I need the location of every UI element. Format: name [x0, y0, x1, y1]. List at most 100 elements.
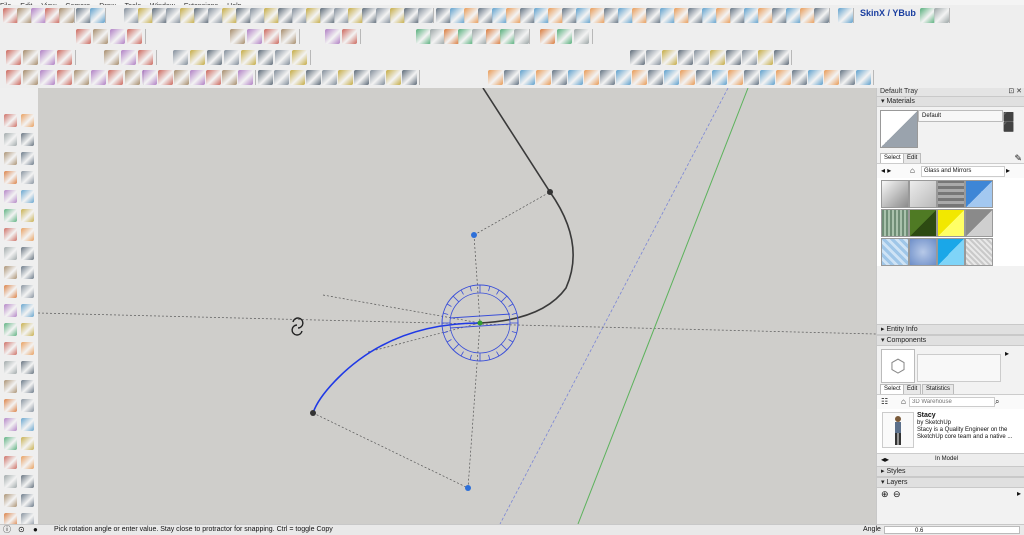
toolbar-tool-icon[interactable] — [450, 8, 465, 23]
entity-info-section-header[interactable]: ▸ Entity Info — [877, 324, 1024, 335]
toolbar-tool-icon[interactable] — [138, 50, 153, 65]
toolbar-tool-icon[interactable] — [306, 8, 321, 23]
toolbar-tool-icon[interactable] — [224, 50, 239, 65]
remove-layer-icon[interactable]: ⊖ — [893, 489, 901, 500]
left-tool-icon[interactable] — [21, 285, 34, 298]
toolbar-tool-icon[interactable] — [744, 8, 759, 23]
toolbar-tool-icon[interactable] — [348, 8, 363, 23]
toolbar-tool-icon[interactable] — [520, 8, 535, 23]
material-swatch[interactable] — [881, 180, 909, 208]
materials-section-header[interactable]: ▾ Materials — [877, 96, 1024, 107]
material-swatch[interactable] — [965, 209, 993, 237]
scene-svg[interactable] — [38, 88, 876, 524]
toolbar-tool-icon[interactable] — [108, 70, 123, 85]
toolbar-tool-icon[interactable] — [104, 50, 119, 65]
material-name-field[interactable]: Default — [918, 110, 1003, 122]
toolbar-tool-icon[interactable] — [247, 29, 262, 44]
left-tool-icon[interactable] — [21, 494, 34, 507]
material-swatch[interactable] — [881, 209, 909, 237]
left-tool-icon[interactable] — [21, 152, 34, 165]
toolbar-tool-icon[interactable] — [568, 70, 583, 85]
toolbar-tool-icon[interactable] — [138, 8, 153, 23]
add-layer-icon[interactable]: ⊕ — [881, 489, 889, 500]
toolbar-tool-icon[interactable] — [91, 70, 106, 85]
styles-section-header[interactable]: ▸ Styles — [877, 466, 1024, 477]
left-tool-icon[interactable] — [4, 247, 17, 260]
left-tool-icon[interactable] — [21, 209, 34, 222]
toolbar-tool-icon[interactable] — [190, 50, 205, 65]
toolbar-tool-icon[interactable] — [166, 8, 181, 23]
measurement-value-box[interactable]: 0.6 — [884, 526, 1020, 534]
toolbar-tool-icon[interactable] — [306, 70, 321, 85]
curve-endpoint-top[interactable] — [547, 189, 553, 195]
toolbar-tool-icon[interactable] — [325, 29, 340, 44]
layers-section-header[interactable]: ▾ Layers — [877, 477, 1024, 488]
toolbar-tool-icon[interactable] — [194, 8, 209, 23]
toolbar-tool-icon[interactable] — [404, 8, 419, 23]
left-tool-icon[interactable] — [21, 304, 34, 317]
toolbar-tool-icon[interactable] — [208, 8, 223, 23]
left-tool-icon[interactable] — [21, 418, 34, 431]
components-search-input[interactable] — [909, 397, 995, 407]
toolbar-tool-icon[interactable] — [694, 50, 709, 65]
control-point-upper[interactable] — [471, 232, 477, 238]
toolbar-tool-icon[interactable] — [370, 70, 385, 85]
toolbar-tool-icon[interactable] — [632, 70, 647, 85]
toolbar-tool-icon[interactable] — [488, 70, 503, 85]
toolbar-tool-icon[interactable] — [57, 70, 72, 85]
left-tool-icon[interactable] — [4, 361, 17, 374]
left-tool-icon[interactable] — [4, 171, 17, 184]
drawing-viewport[interactable] — [38, 88, 876, 524]
toolbar-tool-icon[interactable] — [662, 50, 677, 65]
toolbar-tool-icon[interactable] — [680, 70, 695, 85]
component-details-icon[interactable]: ▸ — [1005, 349, 1009, 358]
toolbar-tool-icon[interactable] — [772, 8, 787, 23]
toolbar-tool-icon[interactable] — [292, 8, 307, 23]
toolbar-tool-icon[interactable] — [222, 70, 237, 85]
left-tool-icon[interactable] — [4, 133, 17, 146]
toolbar-tool-icon[interactable] — [536, 70, 551, 85]
toolbar-tool-icon[interactable] — [800, 8, 815, 23]
toolbar-tool-icon[interactable] — [808, 70, 823, 85]
material-swatch[interactable] — [937, 238, 965, 266]
toolbar-tool-icon[interactable] — [124, 8, 139, 23]
toolbar-tool-icon[interactable] — [776, 70, 791, 85]
toolbar-tool-icon[interactable] — [258, 50, 273, 65]
toolbar-tool-icon[interactable] — [514, 29, 529, 44]
toolbar-tool-icon[interactable] — [716, 8, 731, 23]
toolbar-tool-icon[interactable] — [207, 50, 222, 65]
toolbar-tool-icon[interactable] — [660, 8, 675, 23]
toolbar-tool-icon[interactable] — [362, 8, 377, 23]
toolbar-tool-icon[interactable] — [59, 8, 74, 23]
toolbar-tool-icon[interactable] — [322, 70, 337, 85]
left-tool-icon[interactable] — [21, 323, 34, 336]
toolbar-tool-icon[interactable] — [920, 8, 935, 23]
toolbar-tool-icon[interactable] — [664, 70, 679, 85]
toolbar-tool-icon[interactable] — [31, 8, 46, 23]
toolbar-tool-icon[interactable] — [562, 8, 577, 23]
toolbar-tool-icon[interactable] — [386, 70, 401, 85]
toolbar-tool-icon[interactable] — [472, 29, 487, 44]
left-tool-icon[interactable] — [21, 361, 34, 374]
tab-materials-select[interactable]: Select — [880, 153, 905, 163]
material-swatch[interactable] — [937, 209, 965, 237]
library-select[interactable]: Glass and Mirrors — [921, 166, 1005, 177]
toolbar-tool-icon[interactable] — [74, 70, 89, 85]
toolbar-tool-icon[interactable] — [758, 50, 773, 65]
toolbar-tool-icon[interactable] — [238, 70, 253, 85]
toolbar-tool-icon[interactable] — [786, 8, 801, 23]
left-tool-icon[interactable] — [21, 399, 34, 412]
toolbar-tool-icon[interactable] — [241, 50, 256, 65]
toolbar-tool-icon[interactable] — [258, 70, 273, 85]
rotation-center-point[interactable] — [477, 320, 483, 326]
toolbar-tool-icon[interactable] — [436, 8, 451, 23]
material-swatch[interactable] — [965, 180, 993, 208]
toolbar-tool-icon[interactable] — [23, 50, 38, 65]
left-tool-icon[interactable] — [4, 152, 17, 165]
toolbar-tool-icon[interactable] — [190, 70, 205, 85]
toolbar-tool-icon[interactable] — [152, 8, 167, 23]
toolbar-tool-icon[interactable] — [758, 8, 773, 23]
toolbar-tool-icon[interactable] — [548, 8, 563, 23]
toolbar-tool-icon[interactable] — [646, 50, 661, 65]
toolbar-tool-icon[interactable] — [23, 70, 38, 85]
